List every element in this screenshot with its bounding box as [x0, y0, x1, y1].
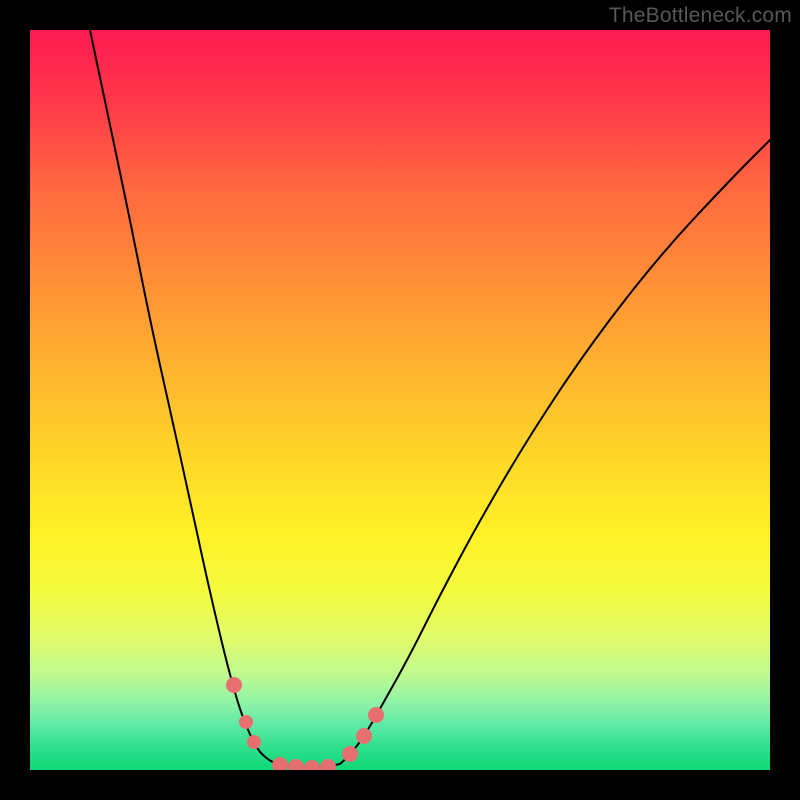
curve-path: [90, 30, 770, 767]
watermark-text: TheBottleneck.com: [609, 4, 792, 28]
curve-marker: [288, 759, 304, 770]
curve-marker: [226, 677, 242, 693]
bottleneck-curve: [90, 30, 770, 767]
curve-marker: [304, 760, 320, 770]
chart-frame: TheBottleneck.com: [0, 0, 800, 800]
curve-marker: [368, 707, 384, 723]
curve-marker: [320, 759, 336, 770]
curve-layer: [30, 30, 770, 770]
curve-marker: [239, 715, 253, 729]
curve-marker: [356, 728, 372, 744]
curve-markers: [226, 677, 384, 770]
curve-marker: [342, 746, 358, 762]
curve-marker: [272, 757, 288, 770]
curve-marker: [247, 735, 261, 749]
plot-area: [30, 30, 770, 770]
